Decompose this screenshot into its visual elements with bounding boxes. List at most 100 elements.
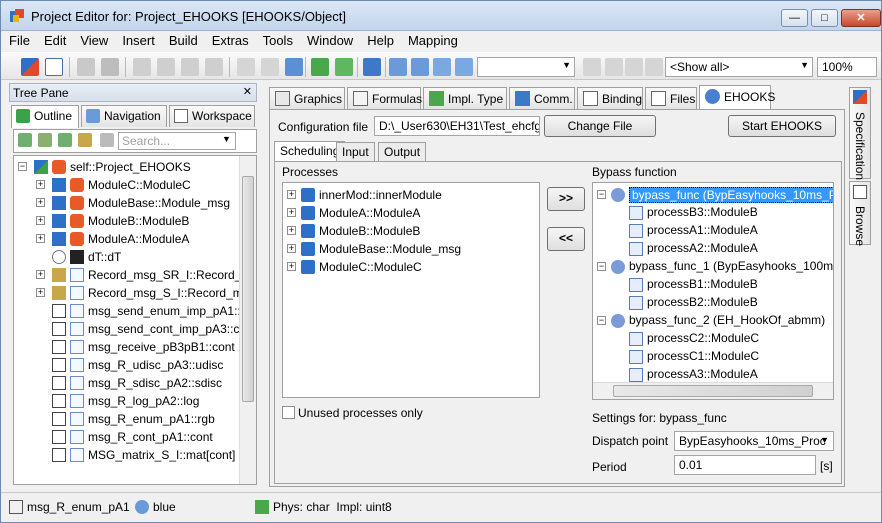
menu-tools[interactable]: Tools bbox=[257, 31, 299, 50]
process-item[interactable]: + ModuleA::ModuleA bbox=[287, 204, 527, 222]
bypass-process-item[interactable]: processC1::ModuleC bbox=[593, 348, 833, 366]
menu-file[interactable]: File bbox=[3, 31, 36, 50]
tree-item[interactable]: msg_R_log_pA2::log bbox=[14, 392, 236, 410]
vertical-scrollbar[interactable] bbox=[239, 156, 256, 484]
maximize-button[interactable]: □ bbox=[811, 9, 838, 27]
menu-extras[interactable]: Extras bbox=[206, 31, 255, 50]
close-button[interactable]: ✕ bbox=[841, 9, 881, 27]
side-tab-browse[interactable]: Browse bbox=[849, 181, 871, 246]
tree-item[interactable]: msg_send_enum_imp_pA1::rgb bbox=[14, 302, 256, 320]
tab-graphics[interactable]: Graphics bbox=[269, 87, 345, 109]
expand-icon[interactable] bbox=[58, 133, 72, 147]
tree-item[interactable]: + Record_msg_S_I::Record_msg bbox=[14, 284, 255, 302]
tree-item[interactable]: msg_receive_pB3pB1::cont bbox=[14, 338, 236, 356]
collapse-icon[interactable]: − bbox=[18, 162, 27, 171]
tree-item[interactable]: + ModuleC::ModuleC bbox=[14, 176, 236, 194]
copy-icon[interactable] bbox=[157, 58, 175, 76]
bypass-process-item[interactable]: processA2::ModuleA bbox=[593, 240, 833, 258]
expand-icon[interactable]: + bbox=[36, 198, 45, 207]
bypass-function-item[interactable]: − bypass_func (BypEasyhooks_10ms_Proc) bbox=[593, 186, 833, 204]
tab-impl-type[interactable]: Impl. Type bbox=[423, 87, 507, 109]
zoom-field[interactable]: 100% bbox=[817, 57, 877, 77]
collapse-icon[interactable]: − bbox=[597, 262, 606, 271]
menu-insert[interactable]: Insert bbox=[116, 31, 161, 50]
tree-item[interactable]: − self::Project_EHOOKS bbox=[14, 158, 236, 176]
build-icon[interactable] bbox=[311, 58, 329, 76]
tree-item[interactable]: msg_send_cont_imp_pA3::cont bbox=[14, 320, 256, 338]
bypass-process-item[interactable]: processB3::ModuleB bbox=[593, 204, 833, 222]
search-input[interactable]: Search... bbox=[118, 132, 236, 150]
tab-navigation[interactable]: Navigation bbox=[81, 105, 167, 127]
collapse-icon[interactable] bbox=[78, 133, 92, 147]
redo-icon[interactable] bbox=[261, 58, 279, 76]
tree-item[interactable]: + Record_msg_SR_I::Record_m bbox=[14, 266, 251, 284]
move-left-button[interactable]: << bbox=[547, 227, 585, 251]
document3-icon[interactable] bbox=[433, 58, 451, 76]
expand-icon[interactable]: + bbox=[36, 216, 45, 225]
expand-icon[interactable]: + bbox=[36, 180, 45, 189]
build-all-icon[interactable] bbox=[335, 58, 353, 76]
bypass-process-item[interactable]: processB2::ModuleB bbox=[593, 294, 833, 312]
delete-icon[interactable] bbox=[205, 58, 223, 76]
checklist-icon[interactable] bbox=[45, 58, 63, 76]
filter-dropdown[interactable]: <Show all> ▼ bbox=[665, 57, 813, 77]
undo-icon[interactable] bbox=[237, 58, 255, 76]
tree-item[interactable]: msg_R_enum_pA1::rgb bbox=[14, 410, 236, 428]
scrollbar-thumb[interactable] bbox=[613, 385, 813, 397]
dispatch-point-select[interactable]: BypEasyhooks_10ms_Proc ▼ bbox=[674, 431, 834, 451]
bypass-process-item[interactable]: processA1::ModuleA bbox=[593, 222, 833, 240]
menu-edit[interactable]: Edit bbox=[38, 31, 72, 50]
menu-mapping[interactable]: Mapping bbox=[402, 31, 464, 50]
bypass-function-item[interactable]: − bypass_func_1 (BypEasyhooks_100ms_Pr bbox=[593, 258, 833, 276]
scrollbar-thumb[interactable] bbox=[242, 176, 254, 402]
menu-view[interactable]: View bbox=[74, 31, 114, 50]
project-icon[interactable] bbox=[21, 58, 39, 76]
close-icon[interactable]: ✕ bbox=[243, 85, 252, 98]
print-icon[interactable] bbox=[101, 58, 119, 76]
expand-icon[interactable]: + bbox=[287, 244, 296, 253]
tree-item[interactable]: + ModuleB::ModuleB bbox=[14, 212, 236, 230]
link-icon[interactable] bbox=[100, 133, 114, 147]
tab-comm[interactable]: Comm. bbox=[509, 87, 575, 109]
tab-output[interactable]: Output bbox=[378, 142, 427, 161]
refresh-icon[interactable] bbox=[285, 58, 303, 76]
period-field[interactable]: 0.01 bbox=[674, 455, 816, 475]
document-icon[interactable] bbox=[389, 58, 407, 76]
process-item[interactable]: + ModuleC::ModuleC bbox=[287, 258, 527, 276]
tab-workspace[interactable]: Workspace bbox=[169, 105, 255, 127]
cut-icon[interactable] bbox=[133, 58, 151, 76]
change-file-button[interactable]: Change File bbox=[544, 115, 656, 137]
add-icon[interactable] bbox=[363, 58, 381, 76]
document4-icon[interactable] bbox=[455, 58, 473, 76]
tree-item[interactable]: + ModuleA::ModuleA bbox=[14, 230, 236, 248]
tree-item[interactable]: msg_R_sdisc_pA2::sdisc bbox=[14, 374, 236, 392]
table-icon[interactable] bbox=[605, 58, 623, 76]
process-item[interactable]: + ModuleBase::Module_msg bbox=[287, 240, 527, 258]
tab-scheduling[interactable]: Scheduling bbox=[274, 141, 346, 162]
document2-icon[interactable] bbox=[411, 58, 429, 76]
expand-icon[interactable]: + bbox=[36, 288, 45, 297]
collapse-icon[interactable]: − bbox=[597, 316, 606, 325]
minimize-button[interactable]: — bbox=[781, 9, 808, 27]
sort-icon[interactable] bbox=[38, 133, 52, 147]
grid-icon[interactable] bbox=[645, 58, 663, 76]
tab-outline[interactable]: Outline bbox=[11, 105, 79, 128]
process-item[interactable]: + ModuleB::ModuleB bbox=[287, 222, 527, 240]
tree-item[interactable]: msg_R_udisc_pA3::udisc bbox=[14, 356, 236, 374]
start-ehooks-button[interactable]: Start EHOOKS bbox=[728, 115, 836, 137]
expand-icon[interactable]: + bbox=[287, 262, 296, 271]
expand-icon[interactable]: + bbox=[287, 190, 296, 199]
tab-files[interactable]: Files bbox=[645, 87, 697, 109]
move-right-button[interactable]: >> bbox=[547, 187, 585, 211]
filter-icon[interactable] bbox=[18, 133, 32, 147]
tree-item[interactable]: MSG_matrix_S_I::mat[cont] bbox=[14, 446, 236, 464]
tab-input[interactable]: Input bbox=[336, 142, 375, 161]
tree-item[interactable]: dT::dT bbox=[14, 248, 236, 266]
collapse-icon[interactable]: − bbox=[597, 190, 606, 199]
arrow-icon[interactable] bbox=[583, 58, 601, 76]
tab-ehooks[interactable]: EHOOKS bbox=[699, 85, 775, 110]
tab-formulas[interactable]: Formulas bbox=[347, 87, 422, 109]
bypass-process-item[interactable]: processB1::ModuleB bbox=[593, 276, 833, 294]
unused-processes-checkbox[interactable] bbox=[282, 406, 295, 419]
chevron-down-icon[interactable]: ▼ bbox=[222, 134, 231, 144]
